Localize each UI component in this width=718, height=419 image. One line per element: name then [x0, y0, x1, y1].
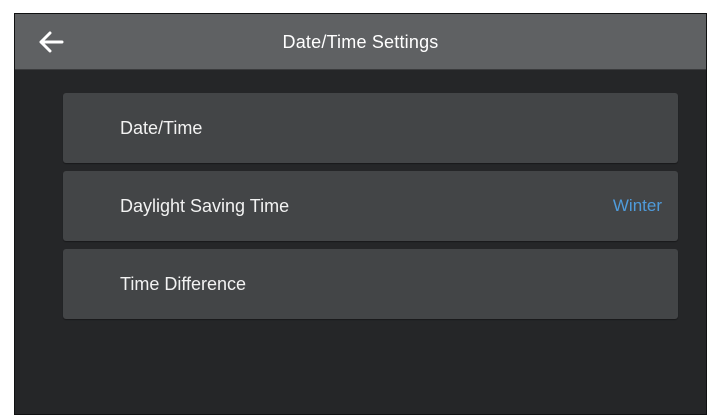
menu-item-value: Winter [612, 196, 662, 215]
device-screen: Date/Time Settings Date/Time Daylight Sa… [14, 13, 707, 415]
menu-item-date-time[interactable]: Date/Time [63, 93, 678, 163]
menu-item-label: Date/Time [120, 118, 203, 138]
page-title: Date/Time Settings [282, 32, 439, 52]
settings-menu-list: Date/Time Daylight Saving Time Winter Ti… [63, 93, 678, 327]
header-bar: Date/Time Settings [15, 14, 706, 70]
menu-item-label: Daylight Saving Time [120, 196, 290, 216]
menu-item-label: Time Difference [120, 274, 247, 294]
menu-item-daylight-saving-time[interactable]: Daylight Saving Time Winter [63, 171, 678, 241]
menu-item-time-difference[interactable]: Time Difference [63, 249, 678, 319]
